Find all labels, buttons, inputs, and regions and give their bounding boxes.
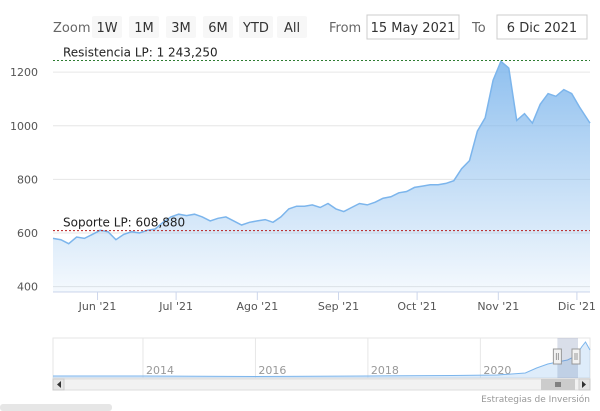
x-tick-label: Jun '21 [78,300,117,313]
zoom-button-1w[interactable]: 1W [92,16,122,38]
stock-chart: Zoom 1W 1M 3M 6M YTD All From 15 May 202… [0,14,596,411]
to-date-input[interactable]: 6 Dic 2021 [496,14,588,40]
resistance-label: Resistencia LP: 1 243,250 [63,46,218,60]
zoom-button-label: All [284,21,300,36]
page-scroll-thumb[interactable] [0,404,112,411]
credit-text: Estrategias de Inversión [481,394,590,405]
range-selector: Zoom 1W 1M 3M 6M YTD All From 15 May 202… [53,14,588,40]
x-tick-label: Dic '21 [558,300,596,313]
y-tick-label: 1200 [10,66,38,79]
zoom-button-label: 1M [134,21,154,36]
series-area [53,61,590,293]
zoom-button-all[interactable]: All [277,16,307,38]
scrollbar-track[interactable] [52,378,591,391]
zoom-button-label: 6M [208,21,228,36]
zoom-button-label: 1W [96,21,117,36]
x-tick-label: Jul '21 [158,300,193,313]
zoom-button-3m[interactable]: 3M [166,16,196,38]
x-tick-label: Sep '21 [318,300,359,313]
y-tick-label: 600 [17,227,38,240]
support-label: Soporte LP: 608,880 [63,216,185,230]
from-date-input[interactable]: 15 May 2021 [366,14,460,40]
x-tick-label: Ago '21 [236,300,278,313]
navigator[interactable]: 2014 2016 2018 2020 [52,337,591,391]
y-tick-label: 400 [17,281,38,294]
from-date-value: 15 May 2021 [371,21,456,36]
from-label: From [329,21,361,36]
x-tick-label: Nov '21 [477,300,519,313]
navigator-tick-label: 2018 [371,364,399,377]
plot-area: 400 600 800 1000 1200 Jun '21 Jul '21 Ago '21 Se… [10,46,596,313]
zoom-button-label: 3M [171,21,191,36]
to-label: To [471,21,486,36]
zoom-button-6m[interactable]: 6M [203,16,233,38]
to-date-value: 6 Dic 2021 [507,21,577,36]
zoom-button-label: YTD [242,21,269,36]
y-tick-label: 1000 [10,120,38,133]
navigator-left-handle[interactable] [552,348,562,365]
zoom-label: Zoom [53,21,90,36]
y-tick-label: 800 [17,173,38,186]
zoom-button-ytd[interactable]: YTD [239,16,273,38]
x-tick-label: Oct '21 [397,300,437,313]
navigator-right-handle[interactable] [571,348,581,365]
navigator-tick-label: 2016 [258,364,286,377]
navigator-tick-label: 2014 [146,364,174,377]
zoom-button-1m[interactable]: 1M [129,16,159,38]
